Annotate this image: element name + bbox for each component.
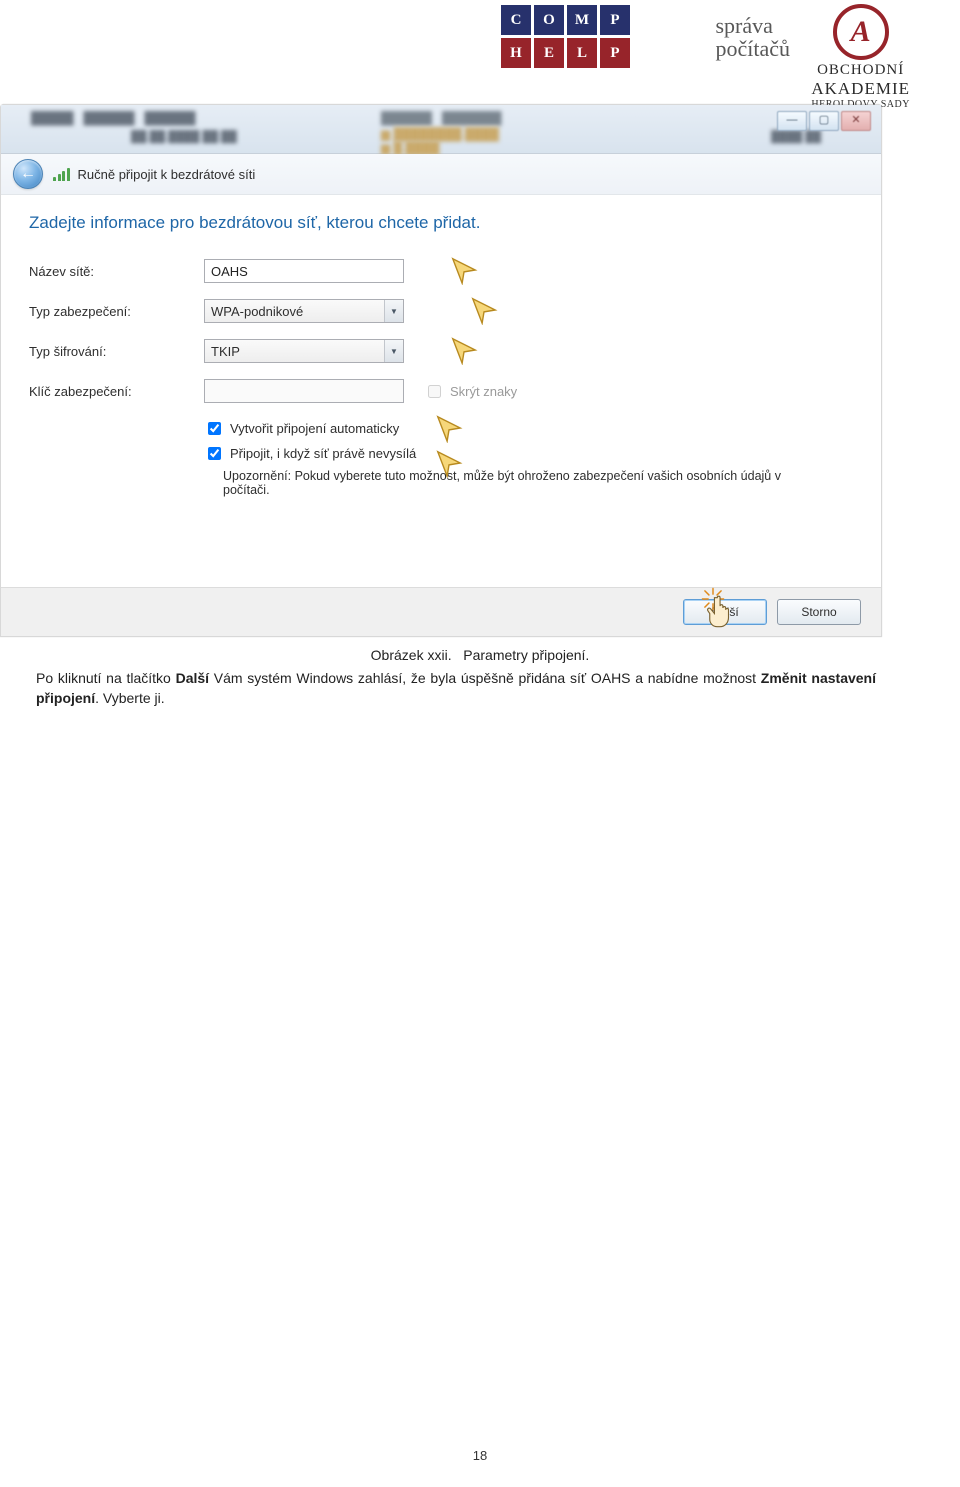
combo-encryption-type[interactable]: TKIP ▼ — [204, 339, 404, 363]
logo-cell: C — [501, 5, 531, 35]
chevron-down-icon: ▼ — [384, 340, 403, 362]
sprava-line1: správa — [715, 14, 790, 37]
wizard-title: Ručně připojit k bezdrátové síti — [78, 167, 256, 182]
cancel-button[interactable]: Storno — [777, 599, 861, 625]
logo-cell: P — [600, 5, 630, 35]
input-network-name[interactable]: OAHS — [204, 259, 404, 283]
para-part1: Po kliknutí na tlačítko — [36, 670, 176, 686]
akademie-line2: AKADEMIE — [811, 79, 910, 99]
paragraph: Po kliknutí na tlačítko Další Vám systém… — [36, 669, 876, 708]
logo-cell: P — [600, 38, 630, 68]
wizard-window: █████ ██████ ██████ ██.██.████ ██:██ ███… — [0, 104, 882, 637]
akademie-logo: A OBCHODNÍ AKADEMIE HEROLDOVY SADY — [811, 4, 910, 110]
wizard-header: ← Ručně připojit k bezdrátové síti — [1, 154, 881, 195]
pointer-arrow-icon — [469, 295, 499, 325]
checkbox-hide-chars-box — [428, 385, 441, 398]
page-number: 18 — [0, 1448, 960, 1463]
para-bold1: Další — [176, 670, 209, 686]
wifi-signal-icon — [53, 167, 70, 181]
chevron-down-icon: ▼ — [384, 300, 403, 322]
checkbox-hide-chars-label: Skrýt znaky — [450, 384, 517, 399]
checkbox-hide-chars: Skrýt znaky — [424, 382, 517, 401]
instruction-heading: Zadejte informace pro bezdrátovou síť, k… — [29, 213, 853, 233]
logo-cell: M — [567, 5, 597, 35]
sprava-line2: počítačů — [715, 37, 790, 60]
figure-text: Parametry připojení. — [463, 647, 589, 663]
checkbox-auto-connect[interactable]: Vytvořit připojení automaticky — [204, 419, 853, 438]
sprava-text: správa počítačů — [715, 14, 790, 60]
back-button[interactable]: ← — [13, 159, 43, 189]
logo-cell: H — [501, 38, 531, 68]
label-encryption-type: Typ šifrování: — [29, 344, 204, 359]
label-security-type: Typ zabezpečení: — [29, 304, 204, 319]
warning-text: Upozornění: Pokud vyberete tuto možnost,… — [223, 469, 803, 497]
combo-security-type-value: WPA-podnikové — [211, 304, 303, 319]
page-header: C O M P H E L P správa počítačů A OBCHOD… — [0, 0, 960, 90]
label-network-name: Název sítě: — [29, 264, 204, 279]
window-controls: — ▢ ✕ — [777, 111, 871, 131]
checkbox-auto-connect-label: Vytvořit připojení automaticky — [230, 421, 399, 436]
pointer-arrow-icon — [434, 413, 464, 443]
maximize-button[interactable]: ▢ — [809, 111, 839, 131]
checkbox-auto-connect-box[interactable] — [208, 422, 221, 435]
checkbox-connect-hidden-label: Připojit, i když síť právě nevysílá — [230, 446, 416, 461]
para-part3: . Vyberte ji. — [95, 690, 165, 706]
figure-prefix: Obrázek xxii. — [371, 647, 452, 663]
logo-cell: O — [534, 5, 564, 35]
logo-cell: L — [567, 38, 597, 68]
para-part2: Vám systém Windows zahlásí, že byla úspě… — [209, 670, 761, 686]
minimize-button[interactable]: — — [777, 111, 807, 131]
comhelp-logo: C O M P H E L P — [501, 5, 630, 68]
akademie-circle-icon: A — [833, 4, 889, 60]
label-security-key: Klíč zabezpečení: — [29, 384, 204, 399]
wizard-body: Zadejte informace pro bezdrátovou síť, k… — [1, 195, 881, 587]
wizard-footer: Další Storno — [1, 587, 881, 636]
figure-caption: Obrázek xxii. Parametry připojení. — [40, 647, 920, 663]
input-security-key[interactable] — [204, 379, 404, 403]
akademie-line1: OBCHODNÍ — [811, 62, 910, 79]
combo-encryption-type-value: TKIP — [211, 344, 240, 359]
pointer-arrow-icon — [449, 255, 479, 285]
pointer-arrow-icon — [449, 335, 479, 365]
next-button[interactable]: Další — [683, 599, 767, 625]
logo-cell: E — [534, 38, 564, 68]
arrow-left-icon: ← — [20, 165, 36, 183]
window-titlebar-blurred: █████ ██████ ██████ ██.██.████ ██:██ ███… — [1, 105, 881, 154]
checkbox-connect-hidden-box[interactable] — [208, 447, 221, 460]
combo-security-type[interactable]: WPA-podnikové ▼ — [204, 299, 404, 323]
checkbox-connect-hidden[interactable]: Připojit, i když síť právě nevysílá — [204, 444, 853, 463]
input-network-name-value: OAHS — [211, 264, 248, 279]
close-button[interactable]: ✕ — [841, 111, 871, 131]
